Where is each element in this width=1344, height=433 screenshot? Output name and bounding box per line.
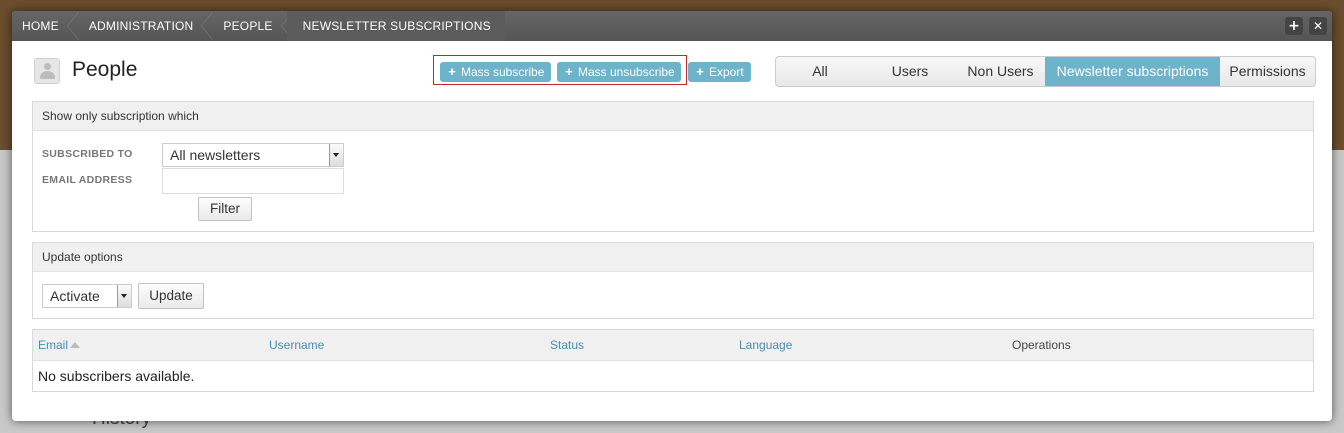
email-address-input[interactable] — [162, 168, 344, 194]
export-button[interactable]: + Export — [688, 62, 751, 82]
overlay-dialog: HOME ADMINISTRATION PEOPLE NEWSLETTER SU… — [12, 11, 1332, 421]
tab-permissions[interactable]: Permissions — [1220, 57, 1315, 86]
subscribed-to-label: SUBSCRIBED TO — [42, 148, 133, 160]
subscribed-to-value: All newsletters — [170, 147, 261, 163]
column-email[interactable]: Email — [38, 330, 81, 360]
breadcrumb-home[interactable]: HOME — [12, 11, 79, 41]
plus-icon: + — [696, 64, 704, 79]
column-language[interactable]: Language — [739, 330, 792, 360]
breadcrumb-newsletter-subscriptions[interactable]: NEWSLETTER SUBSCRIPTIONS — [286, 11, 505, 41]
column-email-label: Email — [38, 338, 69, 352]
user-icon — [34, 58, 60, 84]
breadcrumb-people[interactable]: PEOPLE — [207, 11, 293, 41]
column-operations: Operations — [1012, 338, 1071, 352]
update-option-value: Activate — [50, 288, 100, 304]
update-option-select[interactable]: Activate — [42, 284, 132, 308]
subscribers-table: Email Username Status Language Operation… — [32, 329, 1314, 392]
plus-icon: + — [565, 64, 573, 79]
mass-unsubscribe-label: Mass unsubscribe — [578, 65, 675, 79]
subscribed-to-select[interactable]: All newsletters — [162, 143, 344, 167]
tab-all[interactable]: All — [776, 57, 864, 86]
tab-newsletter-subscriptions[interactable]: Newsletter subscriptions — [1045, 57, 1220, 86]
chevron-down-icon — [329, 144, 343, 166]
column-status[interactable]: Status — [550, 330, 584, 360]
page-title: People — [72, 58, 138, 81]
filter-panel: Show only subscription which SUBSCRIBED … — [32, 101, 1314, 232]
close-icon[interactable]: ✕ — [1309, 17, 1327, 35]
sort-ascending-icon — [70, 342, 81, 348]
table-header: Email Username Status Language Operation… — [33, 330, 1313, 361]
mass-unsubscribe-button[interactable]: + Mass unsubscribe — [557, 62, 681, 82]
breadcrumb-administration[interactable]: ADMINISTRATION — [73, 11, 213, 41]
filter-button[interactable]: Filter — [198, 197, 252, 221]
tab-users[interactable]: Users — [864, 57, 956, 86]
people-tabs: All Users Non Users Newsletter subscript… — [775, 56, 1316, 87]
filter-panel-heading: Show only subscription which — [33, 102, 1313, 131]
update-options-panel: Update options Activate Update — [32, 242, 1314, 319]
export-label: Export — [709, 65, 744, 79]
mass-subscribe-button[interactable]: + Mass subscribe — [440, 62, 551, 82]
update-button[interactable]: Update — [138, 283, 204, 309]
update-options-heading: Update options — [33, 243, 1313, 272]
column-username[interactable]: Username — [269, 330, 324, 360]
expand-icon[interactable]: + — [1285, 17, 1303, 35]
overlay-toolbar: HOME ADMINISTRATION PEOPLE NEWSLETTER SU… — [12, 11, 1332, 41]
tab-non-users[interactable]: Non Users — [956, 57, 1045, 86]
table-empty-message: No subscribers available. — [38, 368, 195, 384]
mass-subscribe-label: Mass subscribe — [461, 65, 545, 79]
chevron-down-icon — [117, 285, 131, 307]
email-address-label: EMAIL ADDRESS — [42, 174, 133, 186]
plus-icon: + — [448, 64, 456, 79]
